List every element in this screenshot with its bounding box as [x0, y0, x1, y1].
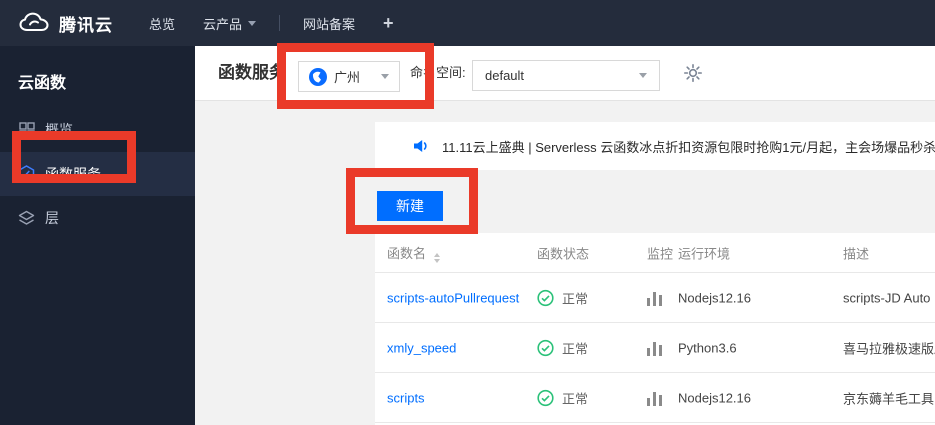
status-text: 正常: [562, 291, 589, 306]
runtime-value: Python3.6: [678, 340, 737, 355]
promo-banner: 11.11云上盛典 | Serverless 云函数冰点折扣资源包限时抢购1元/…: [375, 122, 935, 170]
column-header-monitor: 监控: [647, 246, 674, 261]
add-tab-button[interactable]: +: [383, 13, 394, 34]
function-name-link[interactable]: scripts-autoPullrequest: [387, 290, 519, 305]
sidebar-title: 云函数: [18, 75, 67, 92]
sidebar: 云函数 概览 函数服务 层: [0, 46, 195, 425]
namespace-value: default: [485, 68, 525, 83]
column-header-name: 函数名: [387, 243, 441, 263]
column-header-runtime: 运行环境: [678, 246, 731, 261]
sidebar-menu: 概览 函数服务 层: [0, 108, 195, 240]
region-selector[interactable]: 广州: [298, 61, 400, 92]
nav-item-cloud-products[interactable]: 云产品: [203, 14, 257, 33]
status-badge: 正常: [537, 388, 588, 407]
tencent-cloud-logo[interactable]: 腾讯云: [18, 11, 113, 36]
column-header-name-label: 函数名: [387, 245, 427, 261]
bar-chart-icon[interactable]: [647, 390, 662, 406]
runtime-value: Nodejs12.16: [678, 290, 751, 305]
namespace-label: 命名空间:: [410, 65, 466, 80]
sidebar-item-function-service[interactable]: 函数服务: [0, 152, 195, 196]
chevron-down-icon: [381, 74, 389, 79]
layers-icon: [18, 210, 35, 226]
top-navbar: 腾讯云 总览 云产品 网站备案 +: [0, 0, 935, 46]
cloud-logo-icon: [18, 11, 50, 35]
gear-icon[interactable]: [683, 63, 703, 83]
function-table: 函数名 函数状态 监控 运行环境 描述 scripts-autoPullrequ…: [375, 233, 935, 425]
nav-item-overview[interactable]: 总览: [149, 14, 175, 33]
sidebar-item-layers[interactable]: 层: [0, 196, 195, 240]
nav-item-cloud-products-label: 云产品: [203, 16, 243, 32]
sidebar-item-label: 层: [45, 210, 59, 226]
table-row: scripts 正常 Nodejs12.16 京东薅羊毛工具: [375, 373, 935, 423]
runtime-value: Nodejs12.16: [678, 390, 751, 405]
status-badge: 正常: [537, 288, 588, 307]
function-name-link[interactable]: scripts: [387, 390, 425, 405]
sidebar-item-label: 概览: [45, 122, 73, 138]
status-badge: 正常: [537, 338, 588, 357]
chevron-down-icon: [639, 73, 647, 78]
globe-icon: [309, 67, 327, 86]
description-value: 京东薅羊毛工具: [843, 391, 935, 406]
bar-chart-icon[interactable]: [647, 340, 662, 356]
sort-icon[interactable]: [434, 252, 441, 263]
namespace-select[interactable]: default: [472, 60, 660, 91]
check-circle-icon: [537, 339, 554, 356]
check-circle-icon: [537, 289, 554, 306]
page-title: 函数服务: [218, 63, 286, 82]
column-header-desc: 描述: [843, 246, 870, 261]
banner-text: 11.11云上盛典 | Serverless 云函数冰点折扣资源包限时抢购1元/…: [442, 139, 935, 155]
scf-hexagon-icon: [18, 165, 35, 183]
grid-icon: [18, 122, 35, 138]
function-name-link[interactable]: xmly_speed: [387, 340, 456, 355]
nav-tab-beian[interactable]: 网站备案: [303, 14, 355, 33]
table-header-row: 函数名 函数状态 监控 运行环境 描述: [375, 233, 935, 273]
sidebar-item-label: 函数服务: [45, 166, 101, 182]
bar-chart-icon[interactable]: [647, 290, 662, 306]
sidebar-item-overview[interactable]: 概览: [0, 108, 195, 152]
description-value: scripts-JD Auto Pull: [843, 290, 935, 305]
brand-name: 腾讯云: [59, 15, 113, 35]
table-row: xmly_speed 正常 Python3.6 喜马拉雅极速版刷: [375, 323, 935, 373]
create-button[interactable]: 新建: [377, 191, 443, 221]
table-row: scripts-autoPullrequest 正常 Nodejs12.16 s…: [375, 273, 935, 323]
region-label: 广州: [334, 70, 361, 85]
nav-divider: [279, 15, 281, 31]
chevron-down-icon: [248, 20, 257, 26]
megaphone-icon: [412, 137, 430, 155]
check-circle-icon: [537, 389, 554, 406]
status-text: 正常: [562, 341, 589, 356]
description-value: 喜马拉雅极速版刷: [843, 341, 935, 356]
column-header-status: 函数状态: [537, 246, 590, 261]
status-text: 正常: [562, 391, 589, 406]
content-header: 函数服务 广州 命名空间: default: [195, 46, 935, 101]
